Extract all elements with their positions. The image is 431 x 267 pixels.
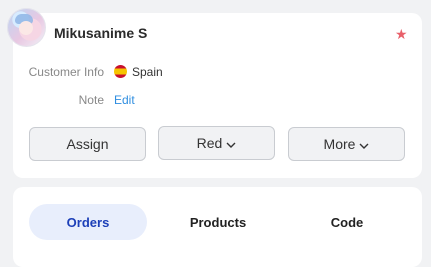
assign-button[interactable]: Assign xyxy=(29,127,146,161)
spain-flag-icon xyxy=(114,65,127,78)
tag-dropdown-label: Red xyxy=(196,135,223,151)
chevron-down-icon xyxy=(359,143,369,149)
customer-name: Mikusanime S xyxy=(54,25,148,41)
avatar[interactable] xyxy=(7,8,46,47)
star-icon[interactable]: ★ xyxy=(395,27,408,41)
chevron-down-icon xyxy=(226,142,236,148)
avatar-face xyxy=(19,21,33,35)
note-label: Note xyxy=(78,93,104,107)
customer-country: Spain xyxy=(132,65,163,79)
tab-products[interactable]: Products xyxy=(159,204,277,240)
tab-code-label: Code xyxy=(330,214,364,230)
tab-orders-label: Orders xyxy=(66,214,110,230)
edit-note-link[interactable]: Edit xyxy=(114,93,135,107)
tab-products-label: Products xyxy=(189,214,247,230)
more-dropdown-label: More xyxy=(323,136,356,152)
tab-code[interactable]: Code xyxy=(288,204,406,240)
more-dropdown-button[interactable]: More xyxy=(288,127,405,161)
customer-info-label: Customer Info xyxy=(28,65,104,79)
tag-dropdown-button[interactable]: Red xyxy=(158,126,275,160)
tab-orders[interactable]: Orders xyxy=(29,204,147,240)
assign-button-label: Assign xyxy=(66,136,109,152)
